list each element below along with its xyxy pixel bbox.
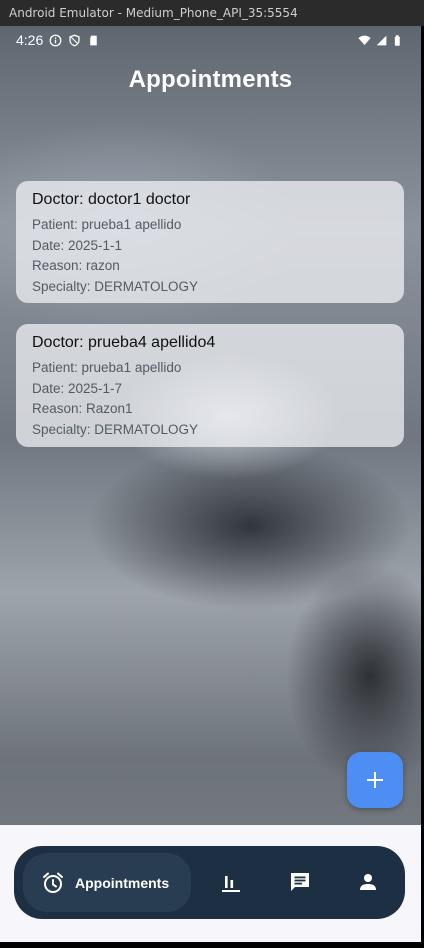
appointment-card[interactable]: Doctor: doctor1 doctor Patient: prueba1 …: [16, 181, 404, 303]
battery-icon: [394, 34, 400, 46]
nav-item-messages[interactable]: [288, 870, 312, 894]
appointment-specialty: Specialty: DERMATOLOGY: [32, 278, 199, 294]
appointment-doctor: Doctor: doctor1 doctor: [32, 191, 191, 208]
bar-chart-icon: [222, 876, 240, 892]
status-time: 4:26: [16, 32, 44, 48]
wifi-icon: [358, 35, 371, 45]
appointment-specialty: Specialty: DERMATOLOGY: [32, 421, 199, 437]
chat-icon: [291, 873, 309, 891]
shield-icon: [69, 34, 80, 46]
status-bar: 4:26: [0, 26, 421, 54]
plus-icon: [367, 772, 383, 788]
sd-card-icon: [90, 35, 97, 45]
appointment-patient: Patient: prueba1 apellido: [32, 217, 182, 232]
nav-item-stats[interactable]: [219, 870, 243, 894]
signal-icon: [376, 35, 387, 45]
appointment-reason: Reason: razon: [32, 258, 120, 273]
screen-edge: [0, 942, 424, 948]
person-icon: [360, 874, 376, 890]
appointment-doctor: Doctor: prueba4 apellido4: [32, 334, 216, 351]
page-title: Appointments: [128, 66, 293, 93]
bottom-nav-area: Appointments: [0, 825, 421, 942]
emulator-title-bar: Android Emulator - Medium_Phone_API_35:5…: [0, 0, 424, 26]
nav-item-profile[interactable]: [356, 870, 380, 894]
nav-item-label: Appointments: [75, 874, 170, 891]
appointment-reason: Reason: Razon1: [32, 401, 133, 416]
appointment-date: Date: 2025-1-1: [32, 237, 123, 253]
appointment-date: Date: 2025-1-7: [32, 380, 123, 396]
alarm-clock-icon: [43, 872, 63, 893]
appointment-card[interactable]: Doctor: prueba4 apellido4 Patient: prueb…: [16, 324, 404, 447]
nav-item-appointments[interactable]: Appointments: [23, 853, 191, 912]
add-appointment-button[interactable]: [347, 752, 403, 808]
bottom-nav: Appointments: [14, 846, 405, 919]
phone-screen: 4:26 Appointments Doctor: doctor1 doctor…: [0, 26, 421, 942]
appointment-patient: Patient: prueba1 apellido: [32, 360, 182, 375]
info-icon: [49, 34, 62, 46]
emulator-title: Android Emulator - Medium_Phone_API_35:5…: [9, 6, 298, 20]
